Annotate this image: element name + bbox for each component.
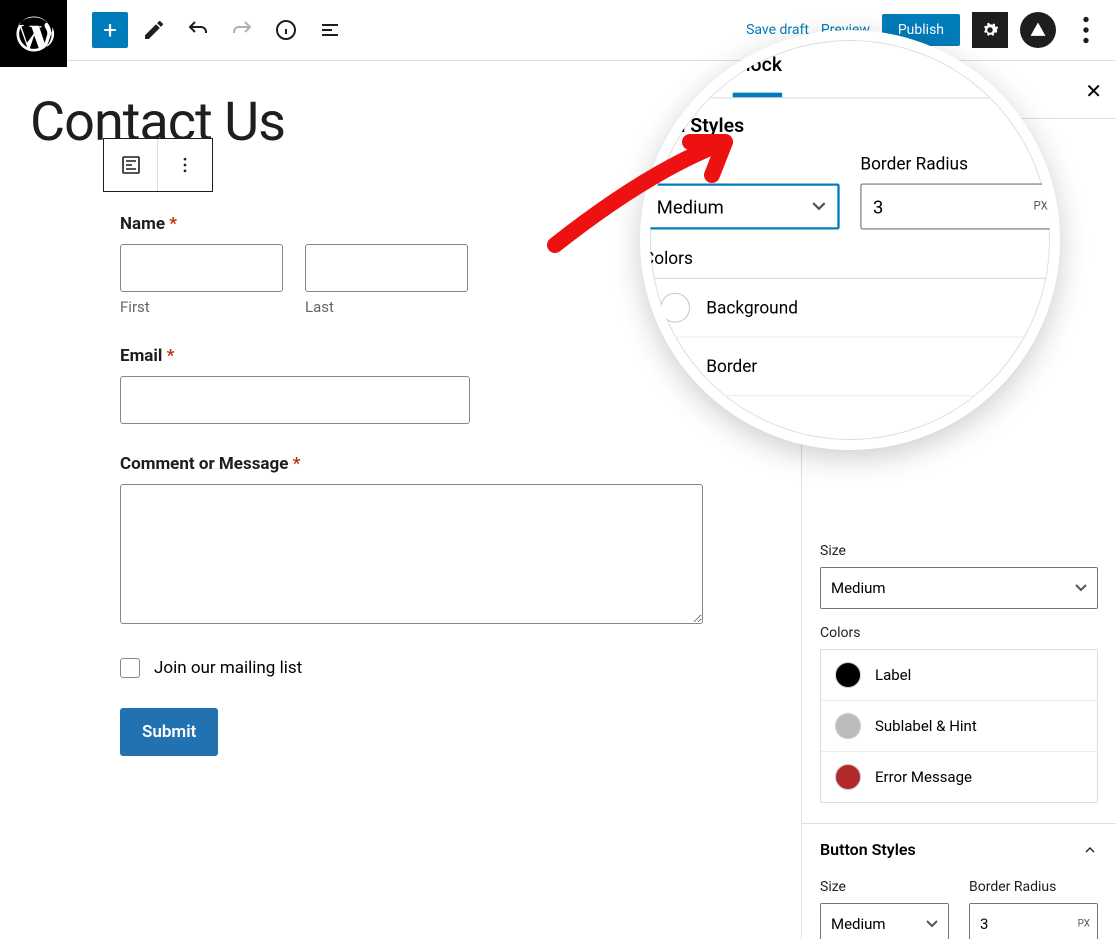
- colors-label-2: Colors: [820, 625, 1098, 641]
- label-colors-list: Label Sublabel & Hint Error Message: [820, 649, 1098, 803]
- mailing-label: Join our mailing list: [154, 658, 302, 678]
- comment-label: Comment or Message *: [120, 454, 720, 474]
- size-select-2[interactable]: Medium: [820, 567, 1098, 609]
- submit-button[interactable]: Submit: [120, 708, 218, 756]
- first-sublabel: First: [120, 298, 283, 316]
- mag-color-border[interactable]: Border: [644, 338, 1056, 397]
- magnifier-overlay: Page Block ✕ Field Styles Size Medium Bo…: [640, 30, 1060, 450]
- color-label[interactable]: Label: [821, 650, 1097, 701]
- btn-size-label: Size: [820, 879, 949, 895]
- mag-tab-block[interactable]: Block: [733, 54, 782, 98]
- mag-tab-page[interactable]: Page: [655, 54, 699, 98]
- color-sublabel[interactable]: Sublabel & Hint: [821, 701, 1097, 752]
- mag-size-label: Size: [643, 154, 840, 175]
- swatch-black: [835, 662, 861, 688]
- mailing-checkbox[interactable]: [120, 658, 140, 678]
- mag-radius-input[interactable]: [860, 184, 1057, 230]
- last-name-input[interactable]: [305, 244, 468, 292]
- swatch-dark: [660, 410, 690, 440]
- more-menu-icon[interactable]: [1068, 12, 1104, 48]
- first-name-input[interactable]: [120, 244, 283, 292]
- swatch-white: [660, 293, 690, 323]
- mag-colors-label: Colors: [643, 248, 1057, 269]
- btn-radius-label: Border Radius: [969, 879, 1098, 895]
- mag-px-unit: PX: [1033, 200, 1047, 213]
- contact-form-block: Name * First Last Email * Comment or Mes…: [120, 214, 720, 756]
- mag-radius-label: Border Radius: [860, 154, 1057, 175]
- mag-colors-list: Background Border Text: [643, 278, 1057, 450]
- comment-textarea[interactable]: [120, 484, 703, 624]
- block-floating-toolbar: [103, 138, 213, 192]
- button-styles-header[interactable]: Button Styles: [802, 824, 1116, 875]
- undo-icon[interactable]: [180, 12, 216, 48]
- redo-icon[interactable]: [224, 12, 260, 48]
- chevron-up-icon: [1082, 842, 1098, 858]
- outline-icon[interactable]: [312, 12, 348, 48]
- swatch-gray: [835, 713, 861, 739]
- px-unit: PX: [1078, 919, 1090, 930]
- btn-size-select[interactable]: Medium: [820, 903, 949, 939]
- mag-color-background[interactable]: Background: [644, 279, 1056, 338]
- swatch-gray: [660, 351, 690, 381]
- block-type-icon[interactable]: [104, 139, 158, 191]
- name-label: Name *: [120, 214, 720, 234]
- close-sidebar-icon[interactable]: ✕: [1081, 75, 1106, 107]
- edit-icon[interactable]: [136, 12, 172, 48]
- info-icon[interactable]: [268, 12, 304, 48]
- size-label-2: Size: [820, 543, 1098, 559]
- add-block-button[interactable]: +: [92, 12, 128, 48]
- swatch-red: [835, 764, 861, 790]
- mag-size-select[interactable]: Medium: [643, 184, 840, 230]
- color-error[interactable]: Error Message: [821, 752, 1097, 802]
- block-options-icon[interactable]: [158, 139, 212, 191]
- email-label: Email *: [120, 346, 720, 366]
- wordpress-logo[interactable]: [0, 0, 67, 67]
- last-sublabel: Last: [305, 298, 468, 316]
- field-styles-header[interactable]: Field Styles: [643, 115, 1057, 138]
- email-input[interactable]: [120, 376, 470, 424]
